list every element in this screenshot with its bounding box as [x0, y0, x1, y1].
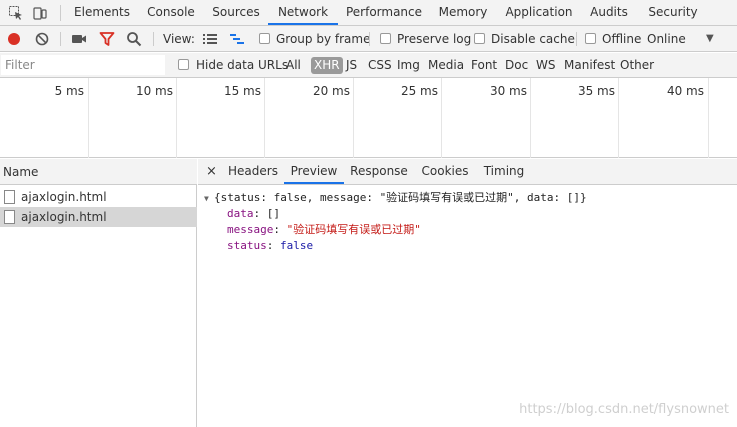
timeline-tick-label: 35 ms — [577, 84, 615, 98]
expand-triangle-icon[interactable]: ▼ — [204, 191, 214, 207]
timeline-gridline — [708, 78, 709, 158]
filter-type-manifest[interactable]: Manifest — [564, 53, 615, 78]
filter-type-xhr[interactable]: XHR — [311, 57, 343, 74]
tab-performance[interactable]: Performance — [343, 0, 425, 25]
filter-type-img[interactable]: Img — [397, 53, 420, 78]
large-rows-icon[interactable] — [202, 31, 218, 47]
preserve-log-checkbox[interactable] — [380, 33, 391, 44]
name-column-header[interactable]: Name — [0, 159, 197, 185]
timeline-tick-label: 20 ms — [312, 84, 350, 98]
document-icon — [4, 190, 15, 204]
timeline-gridline — [441, 78, 442, 158]
request-row-selected[interactable]: ajaxlogin.html — [0, 207, 197, 227]
offline-checkbox[interactable] — [585, 33, 596, 44]
record-icon[interactable] — [6, 31, 22, 47]
tab-network[interactable]: Network — [268, 0, 338, 25]
view-label: View: — [163, 32, 195, 46]
toolbar-separator — [153, 32, 154, 46]
waterfall-overview-icon[interactable] — [229, 31, 245, 47]
tab-elements[interactable]: Elements — [70, 0, 134, 25]
toolbar-separator — [60, 32, 61, 46]
hide-data-urls-label: Hide data URLs — [196, 58, 289, 72]
close-icon[interactable]: × — [206, 159, 217, 185]
filter-icon[interactable] — [99, 31, 115, 47]
json-property-status: status: false — [227, 239, 314, 252]
filter-type-media[interactable]: Media — [428, 53, 464, 78]
video-camera-icon[interactable] — [71, 31, 87, 47]
inspect-element-icon[interactable] — [8, 5, 24, 21]
tab-security[interactable]: Security — [642, 0, 704, 25]
timeline-gridline — [264, 78, 265, 158]
tab-headers[interactable]: Headers — [226, 159, 280, 184]
toolbar-separator — [369, 32, 370, 46]
timeline-gridline — [530, 78, 531, 158]
tab-cookies[interactable]: Cookies — [419, 159, 471, 184]
json-property-data: data: [] — [227, 207, 280, 220]
timeline-gridline — [176, 78, 177, 158]
filter-type-js[interactable]: JS — [346, 53, 357, 78]
timeline-tick-label: 40 ms — [666, 84, 704, 98]
disable-cache-checkbox[interactable] — [474, 33, 485, 44]
filter-input[interactable] — [1, 55, 165, 75]
timeline-tick-label: 25 ms — [400, 84, 438, 98]
device-toolbar-icon[interactable] — [32, 5, 48, 21]
toolbar-separator — [576, 32, 577, 46]
tab-timing[interactable]: Timing — [481, 159, 527, 184]
json-preview: ▼ {status: false, message: "验证码填写有误或已过期",… — [198, 186, 737, 427]
group-by-frame-label: Group by frame — [276, 32, 371, 46]
timeline-overview[interactable]: 5 ms 10 ms 15 ms 20 ms 25 ms 30 ms 35 ms… — [0, 78, 737, 158]
timeline-tick-label: 15 ms — [223, 84, 261, 98]
tab-bar-separator — [60, 5, 61, 21]
filter-type-css[interactable]: CSS — [368, 53, 392, 78]
filter-type-all[interactable]: All — [286, 53, 301, 78]
timeline-gridline — [353, 78, 354, 158]
filter-bar: Hide data URLs All XHR JS CSS Img Media … — [0, 53, 737, 78]
filter-type-other[interactable]: Other — [620, 53, 654, 78]
tab-preview[interactable]: Preview — [284, 159, 344, 184]
clear-icon[interactable] — [34, 31, 50, 47]
request-row[interactable]: ajaxlogin.html — [0, 187, 197, 207]
timeline-tick-label: 5 ms — [54, 84, 84, 98]
chevron-down-icon[interactable]: ▼ — [706, 26, 714, 52]
filter-type-font[interactable]: Font — [471, 53, 497, 78]
request-name: ajaxlogin.html — [21, 210, 107, 224]
filter-type-doc[interactable]: Doc — [505, 53, 528, 78]
json-property-message: message: "验证码填写有误或已过期" — [227, 223, 421, 236]
group-by-frame-checkbox[interactable] — [259, 33, 270, 44]
hide-data-urls-checkbox[interactable] — [178, 59, 189, 70]
preserve-log-label: Preserve log — [397, 32, 472, 46]
watermark: https://blog.csdn.net/flysnownet — [519, 402, 729, 417]
json-summary: {status: false, message: "验证码填写有误或已过期", … — [214, 191, 587, 204]
request-list: Name ajaxlogin.html ajaxlogin.html — [0, 159, 197, 427]
disable-cache-label: Disable cache — [491, 32, 575, 46]
tab-audits[interactable]: Audits — [586, 0, 632, 25]
request-name: ajaxlogin.html — [21, 190, 107, 204]
throttling-select[interactable]: Online — [647, 26, 686, 52]
timeline-gridline — [88, 78, 89, 158]
json-root-row[interactable]: ▼ {status: false, message: "验证码填写有误或已过期",… — [204, 190, 587, 206]
tab-sources[interactable]: Sources — [208, 0, 264, 25]
devtools-tab-bar: Elements Console Sources Network Perform… — [0, 0, 737, 26]
timeline-gridline — [618, 78, 619, 158]
detail-tab-bar: × Headers Preview Response Cookies Timin… — [198, 159, 737, 185]
document-icon — [4, 210, 15, 224]
tab-console[interactable]: Console — [140, 0, 202, 25]
request-details: × Headers Preview Response Cookies Timin… — [198, 159, 737, 427]
timeline-tick-label: 30 ms — [489, 84, 527, 98]
tab-response[interactable]: Response — [349, 159, 409, 184]
network-toolbar: View: Group by frame Preserve log Disabl… — [0, 26, 737, 52]
timeline-tick-label: 10 ms — [135, 84, 173, 98]
tab-memory[interactable]: Memory — [433, 0, 493, 25]
offline-label: Offline — [602, 32, 642, 46]
filter-type-ws[interactable]: WS — [536, 53, 555, 78]
search-icon[interactable] — [126, 31, 142, 47]
tab-application[interactable]: Application — [502, 0, 576, 25]
